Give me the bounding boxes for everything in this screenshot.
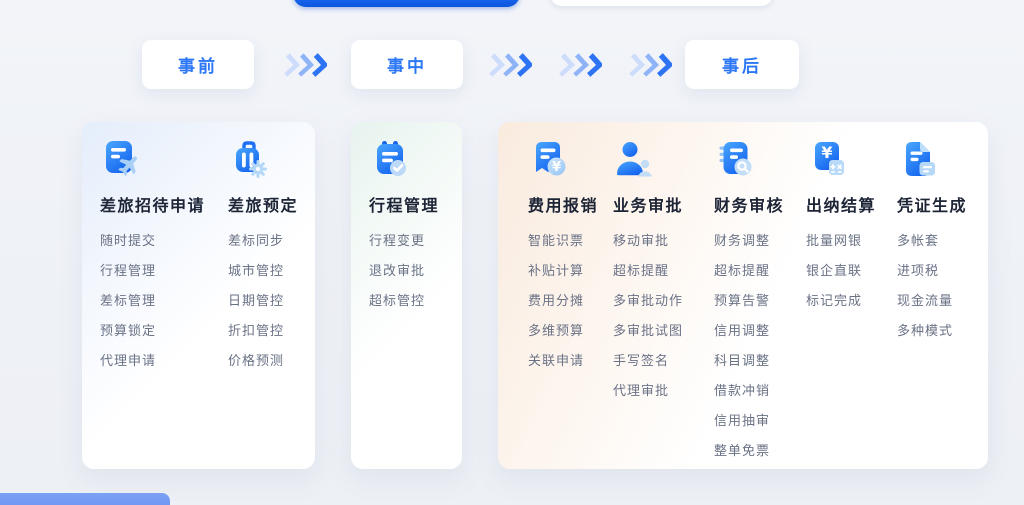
feature-column: 差旅预定差标同步城市管控日期管控折扣管控价格预测 bbox=[228, 122, 348, 376]
feature-item: 日期管控 bbox=[228, 286, 348, 316]
stage-chip-label: 事后 bbox=[722, 52, 762, 77]
feature-item: 随时提交 bbox=[100, 226, 220, 256]
travel-apply-doc-plane-icon bbox=[100, 138, 142, 180]
feature-item: 价格预测 bbox=[228, 346, 348, 376]
column-title: 差旅招待申请 bbox=[100, 192, 220, 216]
feature-item: 借款冲销 bbox=[714, 376, 834, 406]
bottom-button-partial[interactable] bbox=[0, 493, 170, 505]
feature-item: 现金流量 bbox=[897, 286, 1017, 316]
feature-column: 凭证生成多帐套进项税现金流量多种模式 bbox=[897, 122, 1017, 346]
feature-column: 行程管理行程变更退改审批超标管控 bbox=[369, 122, 489, 316]
feature-item: 信用调整 bbox=[714, 316, 834, 346]
cashier-card-calculator-icon: ¥ bbox=[806, 138, 848, 180]
travel-booking-suitcase-gear-icon bbox=[228, 138, 270, 180]
feature-list: 随时提交行程管理差标管理预算锁定代理申请 bbox=[100, 226, 220, 376]
feature-item: 多帐套 bbox=[897, 226, 1017, 256]
column-title: 凭证生成 bbox=[897, 192, 1017, 216]
feature-item: 超标管控 bbox=[369, 286, 489, 316]
feature-item: 科目调整 bbox=[714, 346, 834, 376]
top-tab-active-partial[interactable] bbox=[293, 0, 520, 7]
top-tab-inactive-partial[interactable] bbox=[550, 0, 773, 6]
feature-item: 行程变更 bbox=[369, 226, 489, 256]
feature-list: 行程变更退改审批超标管控 bbox=[369, 226, 489, 316]
card-pre-stage: 差旅招待申请随时提交行程管理差标管理预算锁定代理申请差旅预定差标同步城市管控日期… bbox=[82, 122, 315, 469]
feature-item: 多种模式 bbox=[897, 316, 1017, 346]
voucher-doc-icon bbox=[897, 138, 939, 180]
feature-item: 进项税 bbox=[897, 256, 1017, 286]
flow-chevrons-icon bbox=[488, 53, 532, 77]
feature-item: 退改审批 bbox=[369, 256, 489, 286]
expense-receipt-yen-icon: ¥ bbox=[528, 138, 570, 180]
stage-chip-pre[interactable]: 事前 bbox=[142, 40, 254, 89]
feature-column: 差旅招待申请随时提交行程管理差标管理预算锁定代理申请 bbox=[100, 122, 220, 376]
stage-chip-post[interactable]: 事后 bbox=[685, 40, 799, 89]
column-title: 行程管理 bbox=[369, 192, 489, 216]
feature-list: 差标同步城市管控日期管控折扣管控价格预测 bbox=[228, 226, 348, 376]
feature-item: 折扣管控 bbox=[228, 316, 348, 346]
feature-item: 预算锁定 bbox=[100, 316, 220, 346]
feature-item: 行程管理 bbox=[100, 256, 220, 286]
flow-chevrons-icon bbox=[628, 53, 672, 77]
stage-chip-label: 事中 bbox=[387, 52, 427, 77]
feature-item: 差标管理 bbox=[100, 286, 220, 316]
finance-audit-ledger-search-icon bbox=[714, 138, 756, 180]
stage-chip-label: 事前 bbox=[178, 52, 218, 77]
svg-text:¥: ¥ bbox=[821, 143, 832, 162]
page: 事前 事中 事后 差旅招待申请随时提交 bbox=[0, 0, 1024, 505]
feature-item: 代理申请 bbox=[100, 346, 220, 376]
flow-chevrons-icon bbox=[558, 53, 602, 77]
feature-item: 信用抽审 bbox=[714, 406, 834, 436]
feature-item: 城市管控 bbox=[228, 256, 348, 286]
column-title: 差旅预定 bbox=[228, 192, 348, 216]
business-approval-user-icon bbox=[613, 138, 655, 180]
card-during-stage: 行程管理行程变更退改审批超标管控 bbox=[351, 122, 462, 469]
feature-item: 整单免票 bbox=[714, 436, 834, 466]
stage-chip-during[interactable]: 事中 bbox=[351, 40, 463, 89]
flow-chevrons-icon bbox=[283, 53, 327, 77]
feature-list: 多帐套进项税现金流量多种模式 bbox=[897, 226, 1017, 346]
card-post-stage: ¥费用报销智能识票补贴计算费用分摊多维预算关联申请业务审批移动审批超标提醒多审批… bbox=[498, 122, 988, 469]
itinerary-clipboard-check-icon bbox=[369, 138, 411, 180]
svg-text:¥: ¥ bbox=[552, 160, 561, 175]
feature-item: 差标同步 bbox=[228, 226, 348, 256]
